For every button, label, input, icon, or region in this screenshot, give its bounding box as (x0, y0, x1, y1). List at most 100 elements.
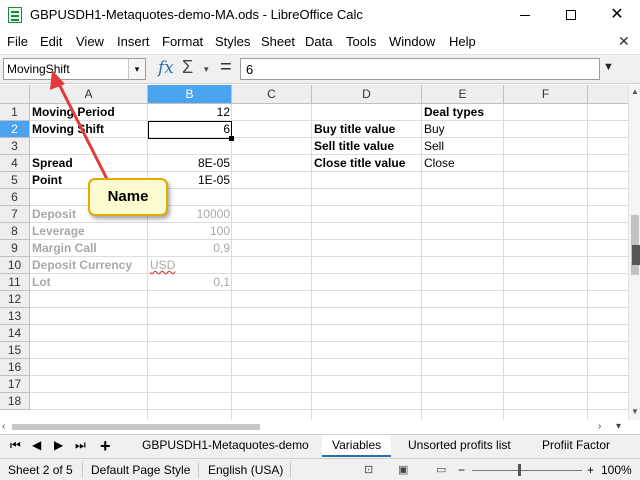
select-all-corner[interactable] (0, 85, 30, 104)
cell-a10[interactable]: Deposit Currency (30, 257, 148, 274)
cell-b10[interactable]: USD (148, 257, 232, 274)
cell-b8[interactable]: 100 (148, 223, 232, 240)
horizontal-scroll-thumb[interactable] (12, 424, 260, 430)
row-header-1[interactable]: 1 (0, 104, 30, 121)
cell-d3[interactable]: Sell title value (312, 138, 422, 155)
formula-icon[interactable]: = (220, 56, 232, 79)
selection-mode-icon[interactable]: ⊡ (364, 463, 373, 476)
column-header-b[interactable]: B (148, 85, 232, 104)
scroll-right-icon[interactable]: › (598, 421, 601, 432)
sidebar-toggle-handle[interactable] (632, 245, 640, 265)
menu-view[interactable]: View (76, 34, 104, 49)
active-cell-cursor[interactable] (148, 121, 234, 141)
cell-a8[interactable]: Leverage (30, 223, 148, 240)
first-sheet-icon[interactable]: ⏮ (10, 438, 21, 453)
cell-a2[interactable]: Moving Shift (30, 121, 148, 138)
close-document-icon[interactable]: ✕ (618, 33, 630, 50)
zoom-slider[interactable] (472, 470, 582, 471)
cell-e4[interactable]: Close (422, 155, 504, 172)
cell-e2[interactable]: Buy (422, 121, 504, 138)
menu-edit[interactable]: Edit (40, 34, 62, 49)
menu-data[interactable]: Data (305, 34, 332, 49)
cell-b1[interactable]: 12 (148, 104, 232, 121)
name-box-value: MovingShift (7, 62, 70, 76)
function-wizard-icon[interactable]: fx (158, 58, 174, 78)
sheet-tab-bar: ⏮ ◀ ▶ ⏭ + GBPUSDH1-Metaquotes-demo Varia… (0, 434, 640, 458)
next-sheet-icon[interactable]: ▶ (54, 438, 63, 452)
sheet-tab-profit-factor[interactable]: Profiit Factor (542, 438, 610, 452)
row-header-17[interactable]: 17 (0, 376, 30, 393)
menu-window[interactable]: Window (389, 34, 435, 49)
cell-e1[interactable]: Deal types (422, 104, 504, 121)
spreadsheet-grid[interactable]: A B C D E F 1 2 3 4 5 6 7 8 9 10 11 12 1… (0, 85, 628, 420)
row-header-6[interactable]: 6 (0, 189, 30, 206)
scroll-down-icon[interactable]: ▼ (631, 407, 639, 416)
row-header-3[interactable]: 3 (0, 138, 30, 155)
maximize-button[interactable] (548, 0, 594, 30)
language[interactable]: English (USA) (208, 463, 283, 477)
zoom-slider-thumb[interactable] (518, 464, 521, 476)
vertical-scrollbar[interactable]: ▲ ▼ (628, 85, 640, 420)
formula-input[interactable]: 6 (240, 58, 600, 80)
sheet-tab-unsorted-profits[interactable]: Unsorted profits list (408, 438, 511, 452)
row-header-2[interactable]: 2 (0, 121, 30, 138)
scroll-up-icon[interactable]: ▲ (631, 87, 639, 96)
add-sheet-icon[interactable]: + (100, 436, 111, 457)
menu-tools[interactable]: Tools (346, 34, 376, 49)
menu-help[interactable]: Help (449, 34, 476, 49)
previous-sheet-icon[interactable]: ◀ (32, 438, 41, 452)
row-header-14[interactable]: 14 (0, 325, 30, 342)
sheet-tab-gbpusdh1[interactable]: GBPUSDH1-Metaquotes-demo (142, 438, 309, 452)
cell-a1[interactable]: Moving Period (30, 104, 148, 121)
cell-b9[interactable]: 0,9 (148, 240, 232, 257)
last-sheet-icon[interactable]: ⏭ (75, 438, 86, 453)
row-header-12[interactable]: 12 (0, 291, 30, 308)
cell-b11[interactable]: 0,1 (148, 274, 232, 291)
cell-a9[interactable]: Margin Call (30, 240, 148, 257)
scroll-down-corner-icon[interactable]: ▾ (616, 421, 621, 432)
cell-a4[interactable]: Spread (30, 155, 148, 172)
row-header-4[interactable]: 4 (0, 155, 30, 172)
cell-d4[interactable]: Close title value (312, 155, 422, 172)
sum-dropdown-icon[interactable]: ▾ (204, 64, 209, 75)
horizontal-scrollbar[interactable]: ‹ › ▾ (0, 420, 628, 434)
fill-handle[interactable] (229, 136, 234, 141)
zoom-level[interactable]: 100% (601, 463, 632, 477)
row-header-16[interactable]: 16 (0, 359, 30, 376)
chevron-down-icon[interactable]: ▾ (128, 59, 145, 79)
menu-styles[interactable]: Styles (215, 34, 250, 49)
sum-icon[interactable]: Σ (182, 57, 193, 78)
column-header-d[interactable]: D (312, 85, 422, 104)
close-window-button[interactable]: ✕ (594, 0, 640, 30)
sheet-tab-variables[interactable]: Variables (322, 435, 392, 457)
column-header-g[interactable] (588, 85, 628, 104)
page-style[interactable]: Default Page Style (91, 463, 190, 477)
row-header-5[interactable]: 5 (0, 172, 30, 189)
menu-sheet[interactable]: Sheet (261, 34, 295, 49)
menu-format[interactable]: Format (162, 34, 203, 49)
expand-formula-icon[interactable]: ▼ (603, 61, 614, 73)
minimize-button[interactable] (502, 0, 548, 30)
row-header-15[interactable]: 15 (0, 342, 30, 359)
scroll-left-icon[interactable]: ‹ (2, 421, 5, 432)
row-header-13[interactable]: 13 (0, 308, 30, 325)
row-header-7[interactable]: 7 (0, 206, 30, 223)
row-header-9[interactable]: 9 (0, 240, 30, 257)
column-header-f[interactable]: F (504, 85, 588, 104)
name-box[interactable]: MovingShift ▾ (3, 58, 146, 80)
column-header-a[interactable]: A (30, 85, 148, 104)
cell-d2[interactable]: Buy title value (312, 121, 422, 138)
cell-a11[interactable]: Lot (30, 274, 148, 291)
row-header-11[interactable]: 11 (0, 274, 30, 291)
zoom-out-button[interactable]: − (458, 463, 465, 477)
column-header-e[interactable]: E (422, 85, 504, 104)
menu-insert[interactable]: Insert (117, 34, 150, 49)
cell-e3[interactable]: Sell (422, 138, 504, 155)
cell-b4[interactable]: 8E-05 (148, 155, 232, 172)
column-header-c[interactable]: C (232, 85, 312, 104)
zoom-in-button[interactable]: + (587, 463, 594, 477)
row-header-18[interactable]: 18 (0, 393, 30, 410)
menu-file[interactable]: File (7, 34, 28, 49)
row-header-10[interactable]: 10 (0, 257, 30, 274)
row-header-8[interactable]: 8 (0, 223, 30, 240)
